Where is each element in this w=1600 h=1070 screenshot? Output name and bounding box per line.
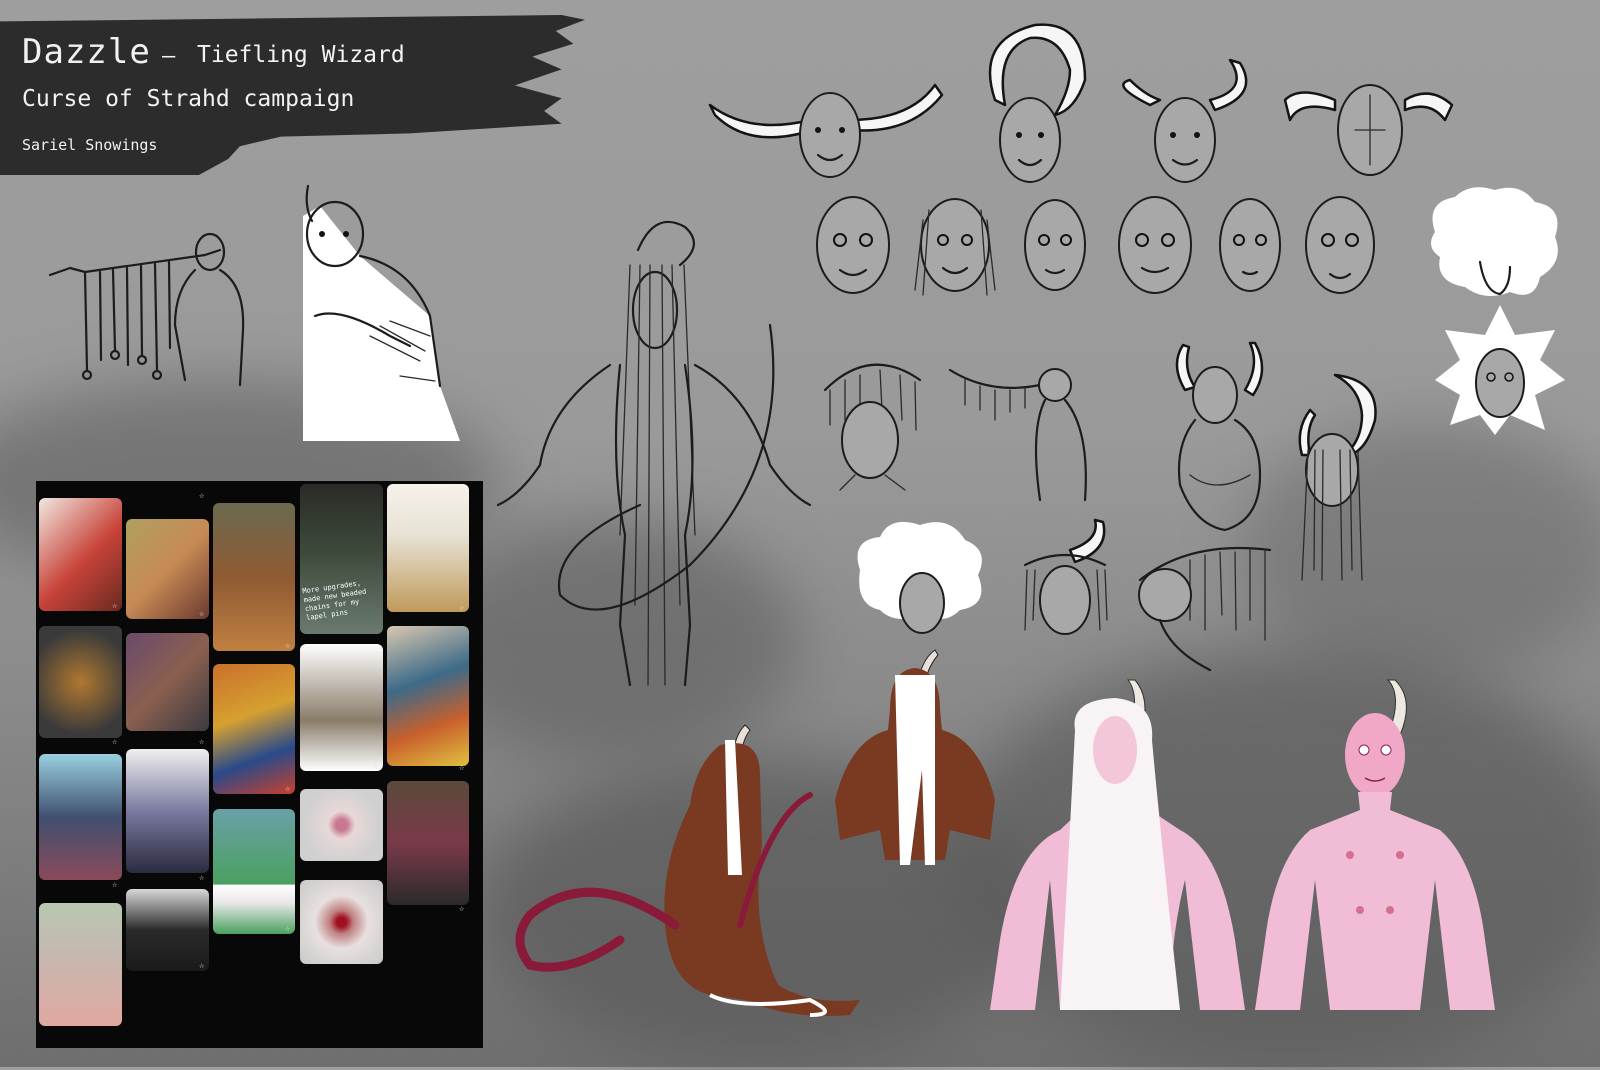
beaded-headdress-sketch (823, 363, 922, 491)
cloud-hair-sketch (857, 521, 982, 634)
moodboard-image (39, 903, 122, 1026)
moodboard-image (213, 503, 295, 651)
campaign-name: Curse of Strahd campaign (22, 86, 355, 112)
star-icon[interactable]: ☆ (373, 762, 378, 772)
star-icon[interactable]: ☆ (285, 784, 290, 794)
star-icon[interactable]: ☆ (459, 603, 464, 613)
moodboard-image (126, 519, 209, 619)
full-body-pose-sketch (496, 220, 812, 687)
moodboard-image (213, 809, 295, 934)
character-name: Dazzle (22, 32, 151, 72)
horn-head-study-2 (988, 23, 1087, 183)
face-studies-row (816, 196, 1375, 296)
white-haired-tiefling-color-art (990, 679, 1245, 1010)
moodboard-image (126, 633, 209, 731)
horn-head-study-4 (1283, 84, 1454, 176)
inspiration-moodboard: More upgrades, made new beaded chains fo… (36, 481, 483, 1048)
star-icon[interactable]: ☆ (199, 491, 204, 501)
moodboard-image (39, 498, 122, 611)
horn-head-study-1 (708, 83, 944, 178)
cloaked-figure-sketch (303, 184, 460, 441)
moodboard-image (126, 889, 209, 971)
horn-head-study-3 (1122, 58, 1248, 183)
back-view-tiefling-color-art (835, 649, 995, 865)
crouching-tiefling-color-art (515, 724, 860, 1017)
moodboard-image (126, 749, 209, 873)
moodboard-image (39, 754, 122, 880)
star-icon[interactable]: ☆ (199, 873, 204, 883)
moodboard-image-caption: More upgrades, made new beaded chains fo… (301, 579, 367, 623)
pink-tiefling-color-art (1255, 679, 1495, 1010)
star-icon[interactable]: ☆ (285, 641, 290, 651)
afro-hair-study (1431, 187, 1558, 296)
title-separator: – (162, 44, 176, 69)
moodboard-image (387, 484, 469, 612)
chain-figure-sketch (48, 232, 245, 387)
artist-name: Sariel Snowings (22, 136, 158, 154)
star-icon[interactable]: ☆ (373, 954, 378, 964)
star-icon[interactable]: ☆ (199, 609, 204, 619)
horned-chains-front-sketch (1023, 518, 1108, 635)
moodboard-image (387, 626, 469, 766)
star-icon[interactable]: ☆ (373, 851, 378, 861)
crescent-horn-longhair-sketch (1298, 373, 1377, 581)
star-icon[interactable]: ☆ (199, 961, 204, 971)
moodboard-image (387, 781, 469, 905)
moodboard-image: More upgrades, made new beaded chains fo… (300, 484, 383, 634)
star-icon[interactable]: ☆ (459, 763, 464, 773)
moodboard-image (213, 664, 295, 794)
moodboard-image (39, 626, 122, 738)
moodboard-image (300, 880, 383, 964)
moodboard-image (300, 644, 383, 771)
moodboard-image (300, 789, 383, 861)
spiky-hair-study (1435, 305, 1565, 435)
star-icon[interactable]: ☆ (199, 737, 204, 747)
star-icon[interactable]: ☆ (112, 601, 117, 611)
crouching-figure-sketch (1175, 341, 1264, 532)
star-icon[interactable]: ☆ (112, 880, 117, 890)
star-icon[interactable]: ☆ (112, 737, 117, 747)
star-icon[interactable]: ☆ (459, 904, 464, 914)
character-subtitle: Tiefling Wizard (197, 42, 405, 68)
star-icon[interactable]: ☆ (285, 924, 290, 934)
profile-chain-sketch (1138, 546, 1272, 672)
side-profile-chain-sketch (948, 368, 1087, 502)
